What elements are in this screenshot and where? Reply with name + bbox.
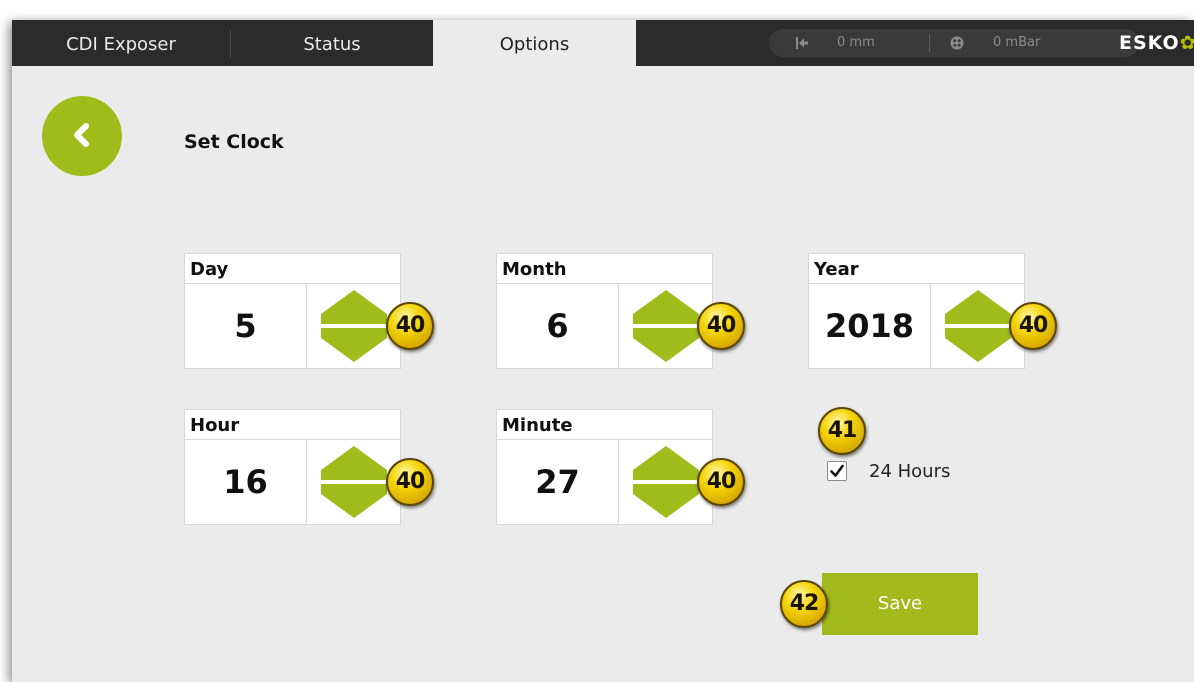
callout-badge: 42 [780, 580, 828, 628]
24-hours-checkbox[interactable] [827, 461, 847, 481]
day-value: 5 [185, 284, 307, 368]
day-field: Day 5 [184, 253, 401, 369]
hour-decrement-button[interactable] [319, 482, 389, 520]
callout-badge: 40 [386, 458, 434, 506]
day-decrement-button[interactable] [319, 326, 389, 364]
year-decrement-button[interactable] [943, 326, 1013, 364]
tab-options[interactable]: Options [433, 20, 636, 66]
hour-label: Hour [185, 410, 400, 440]
month-decrement-button[interactable] [631, 326, 701, 364]
month-value: 6 [497, 284, 619, 368]
year-field: Year 2018 [808, 253, 1025, 369]
year-label: Year [809, 254, 1024, 284]
checkmark-icon [830, 464, 844, 477]
callout-badge: 40 [386, 302, 434, 350]
callout-badge: 40 [697, 458, 745, 506]
page-title: Set Clock [184, 131, 284, 153]
minute-value: 27 [497, 440, 619, 524]
arrow-to-left-icon [795, 29, 809, 57]
month-field: Month 6 [496, 253, 713, 369]
month-increment-button[interactable] [631, 288, 701, 326]
vacuum-icon [949, 29, 965, 57]
top-navigation-bar: CDI Exposer Status Options 0 mm 0 mBar E… [12, 20, 1194, 66]
day-label: Day [185, 254, 400, 284]
distance-value: 0 mm [837, 35, 875, 50]
tab-cdi-exposer[interactable]: CDI Exposer [12, 20, 230, 66]
hour-field: Hour 16 [184, 409, 401, 525]
minute-decrement-button[interactable] [631, 482, 701, 520]
app-window: CDI Exposer Status Options 0 mm 0 mBar E… [12, 20, 1194, 682]
year-increment-button[interactable] [943, 288, 1013, 326]
callout-badge: 40 [697, 302, 745, 350]
save-button[interactable]: Save [822, 573, 978, 635]
24-hours-label[interactable]: 24 Hours [869, 461, 950, 482]
back-button[interactable] [42, 96, 122, 176]
minute-label: Minute [497, 410, 712, 440]
minute-field: Minute 27 [496, 409, 713, 525]
callout-badge: 41 [818, 407, 866, 455]
hour-value: 16 [185, 440, 307, 524]
esko-logo-mark-icon: ✿ [1179, 32, 1194, 54]
day-increment-button[interactable] [319, 288, 389, 326]
hour-increment-button[interactable] [319, 444, 389, 482]
month-label: Month [497, 254, 712, 284]
chevron-left-icon [74, 123, 89, 147]
tab-status[interactable]: Status [231, 20, 433, 66]
minute-increment-button[interactable] [631, 444, 701, 482]
year-value: 2018 [809, 284, 931, 368]
status-readout: 0 mm 0 mBar [769, 29, 1139, 57]
esko-logo: ESKO✿ [1119, 30, 1194, 56]
pressure-value: 0 mBar [993, 35, 1041, 50]
callout-badge: 40 [1009, 302, 1057, 350]
status-divider [929, 34, 930, 52]
